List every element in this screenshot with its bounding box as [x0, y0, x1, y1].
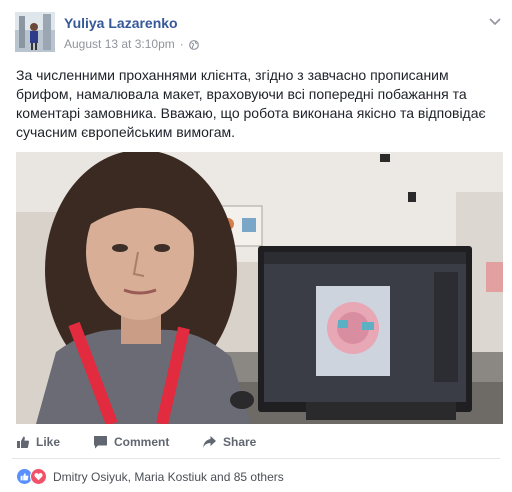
- share-arrow-icon: [202, 435, 217, 449]
- thumbs-up-icon: [16, 435, 30, 449]
- reactions-text[interactable]: Dmitry Osiyuk, Maria Kostiuk and 85 othe…: [53, 470, 284, 484]
- share-label: Share: [223, 435, 257, 449]
- author-name-link[interactable]: Yuliya Lazarenko: [64, 15, 178, 31]
- chevron-down-icon[interactable]: [488, 14, 502, 28]
- comment-label: Comment: [114, 435, 170, 449]
- post-meta: August 13 at 3:10pm ·: [64, 37, 199, 51]
- comment-button[interactable]: Comment: [93, 435, 169, 449]
- like-label: Like: [36, 435, 61, 449]
- author-avatar[interactable]: [15, 12, 55, 52]
- post-card: Yuliya Lazarenko August 13 at 3:10pm · З…: [0, 0, 512, 492]
- like-button[interactable]: Like: [16, 435, 60, 449]
- section-divider: [12, 458, 500, 459]
- meta-separator: ·: [179, 37, 184, 51]
- globe-icon[interactable]: [188, 39, 199, 50]
- love-reaction-icon: [30, 468, 47, 485]
- post-photo[interactable]: [16, 152, 503, 424]
- post-actions: Like Comment Share: [16, 431, 496, 453]
- post-timestamp-link[interactable]: August 13 at 3:10pm: [64, 37, 175, 51]
- comment-icon: [93, 435, 108, 449]
- share-button[interactable]: Share: [202, 435, 256, 449]
- post-text: За численними проханнями клієнта, згідно…: [16, 67, 486, 140]
- reactions-summary[interactable]: Dmitry Osiyuk, Maria Kostiuk and 85 othe…: [16, 468, 284, 485]
